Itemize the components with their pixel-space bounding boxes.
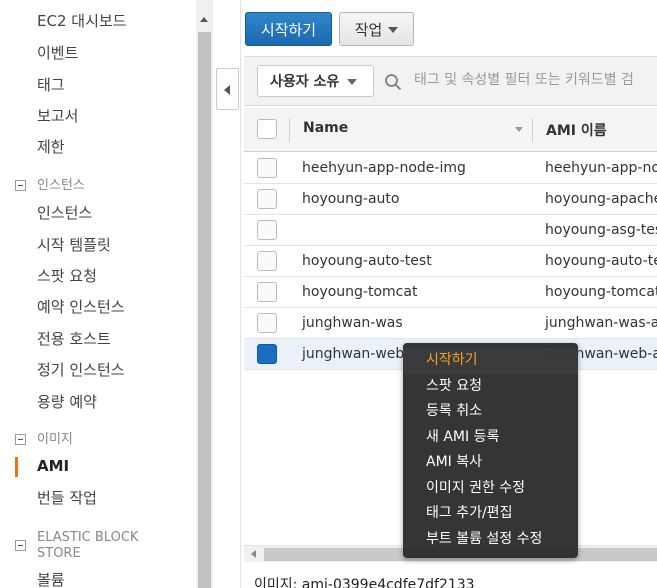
context-menu: 시작하기 스팟 요청 등록 취소 새 AMI 등록 AMI 복사 이미지 권한 수정 태그 … (403, 343, 578, 558)
sidebar-scrollbar[interactable] (196, 0, 213, 588)
section-label: ELASTIC BLOCK STORE (37, 530, 139, 561)
sidebar-item-events[interactable]: 이벤트 (37, 42, 78, 63)
section-label: 인스턴스 (37, 178, 85, 193)
menu-item-modify-boot-volume-setting[interactable]: 부트 볼륨 설정 수정 (403, 527, 578, 553)
table-row[interactable]: junghwan-was junghwan-was-am (244, 308, 657, 339)
menu-item-register-new-ami[interactable]: 새 AMI 등록 (403, 425, 578, 451)
column-header-name[interactable]: Name (303, 120, 348, 136)
row-checkbox[interactable] (257, 158, 277, 178)
owner-filter-label: 사용자 소유 (270, 74, 340, 90)
sidebar: EC2 대시보드 이벤트 태그 보고서 제한 인스턴스 인스턴스 시작 템플릿 … (0, 0, 196, 588)
chevron-down-icon (388, 27, 399, 33)
details-title: 이미지: ami-0399e4cdfe7df2133 (254, 577, 475, 588)
chevron-down-icon (347, 79, 358, 85)
actions-button[interactable]: 작업 (339, 12, 414, 46)
cell-name: junghwan-web (302, 346, 405, 362)
sidebar-item-volumes[interactable]: 볼륨 (37, 569, 65, 588)
collapse-icon[interactable] (15, 180, 26, 191)
row-checkbox[interactable] (257, 220, 277, 240)
active-indicator (15, 457, 18, 477)
sidebar-item-spot-requests[interactable]: 스팟 요청 (37, 265, 97, 286)
cell-ami-name: hoyoung-apache- (545, 191, 657, 207)
menu-item-launch[interactable]: 시작하기 (403, 348, 578, 374)
menu-item-copy-ami[interactable]: AMI 복사 (403, 450, 578, 476)
menu-item-modify-image-permissions[interactable]: 이미지 권한 수정 (403, 476, 578, 502)
cell-ami-name: junghwan-was-am (545, 315, 657, 331)
table-row[interactable]: hoyoung-auto-test hoyoung-auto-tes (244, 246, 657, 277)
search-icon (385, 74, 402, 91)
row-checkbox[interactable] (257, 189, 277, 209)
column-divider (289, 118, 290, 142)
row-checkbox[interactable] (257, 282, 277, 302)
cell-name: hoyoung-auto (302, 191, 400, 207)
row-checkbox[interactable] (257, 251, 277, 271)
section-label: 이미지 (37, 432, 73, 447)
sidebar-item-reports[interactable]: 보고서 (37, 105, 78, 126)
row-checkbox[interactable] (257, 313, 277, 333)
menu-item-deregister[interactable]: 등록 취소 (403, 399, 578, 425)
menu-item-request-spot[interactable]: 스팟 요청 (403, 374, 578, 400)
sidebar-item-ec2-dashboard[interactable]: EC2 대시보드 (37, 10, 126, 31)
sidebar-item-launch-templates[interactable]: 시작 템플릿 (37, 234, 111, 255)
scroll-up-arrow-icon[interactable] (200, 17, 208, 22)
sidebar-section-instances[interactable]: 인스턴스 (15, 178, 85, 194)
cell-ami-name: hoyoung-asg-test (545, 222, 657, 238)
cell-name: junghwan-was (302, 315, 403, 331)
launch-button[interactable]: 시작하기 (245, 12, 332, 46)
select-all-checkbox[interactable] (257, 119, 277, 139)
cell-name: heehyun-app-node-img (302, 160, 466, 176)
collapse-sidebar-button[interactable] (216, 68, 239, 110)
row-checkbox[interactable] (257, 344, 277, 364)
table-row[interactable]: hoyoung-asg-test (244, 215, 657, 246)
cell-name: hoyoung-auto-test (302, 253, 432, 269)
owner-filter-select[interactable]: 사용자 소유 (257, 65, 374, 97)
sidebar-section-images[interactable]: 이미지 (15, 432, 73, 448)
sidebar-item-limits[interactable]: 제한 (37, 136, 65, 157)
filter-bar: 사용자 소유 태그 및 속성별 필터 또는 키워드별 검 (244, 56, 657, 106)
menu-item-add-edit-tags[interactable]: 태그 추가/편집 (403, 501, 578, 527)
sidebar-item-bundle-tasks[interactable]: 번들 작업 (37, 487, 97, 508)
sidebar-item-capacity-reservations[interactable]: 용량 예약 (37, 391, 97, 412)
chevron-left-icon (224, 85, 230, 95)
scrollbar-thumb[interactable] (198, 32, 211, 588)
sidebar-section-ebs[interactable]: ELASTIC BLOCK STORE (15, 530, 157, 562)
sidebar-item-reserved-instances[interactable]: 예약 인스턴스 (37, 296, 125, 317)
sort-down-icon[interactable] (515, 127, 523, 132)
table-header: Name AMI 이름 (244, 108, 657, 152)
search-input[interactable]: 태그 및 속성별 필터 또는 키워드별 검 (414, 69, 634, 89)
table-row[interactable]: hoyoung-tomcat hoyoung-tomcat (244, 277, 657, 308)
sidebar-item-tags[interactable]: 태그 (37, 74, 65, 95)
collapse-icon[interactable] (15, 434, 26, 445)
collapse-icon[interactable] (15, 540, 26, 551)
cell-ami-name: hoyoung-tomcat (545, 284, 657, 300)
sidebar-item-instances[interactable]: 인스턴스 (37, 202, 92, 223)
sidebar-item-ami[interactable]: AMI (37, 457, 69, 475)
actions-label: 작업 (354, 20, 383, 39)
column-divider (532, 118, 533, 142)
cell-ami-name: hoyoung-auto-tes (545, 253, 657, 269)
column-header-ami-name[interactable]: AMI 이름 (546, 120, 607, 140)
table-row[interactable]: heehyun-app-node-img heehyun-app-node (244, 153, 657, 184)
sidebar-item-scheduled-instances[interactable]: 정기 인스턴스 (37, 359, 125, 380)
cell-ami-name: heehyun-app-node (545, 160, 657, 176)
divider (240, 0, 241, 588)
scroll-left-arrow-icon[interactable] (251, 550, 256, 558)
sidebar-item-dedicated-hosts[interactable]: 전용 호스트 (37, 328, 111, 349)
cell-name: hoyoung-tomcat (302, 284, 418, 300)
table-row[interactable]: hoyoung-auto hoyoung-apache- (244, 184, 657, 215)
